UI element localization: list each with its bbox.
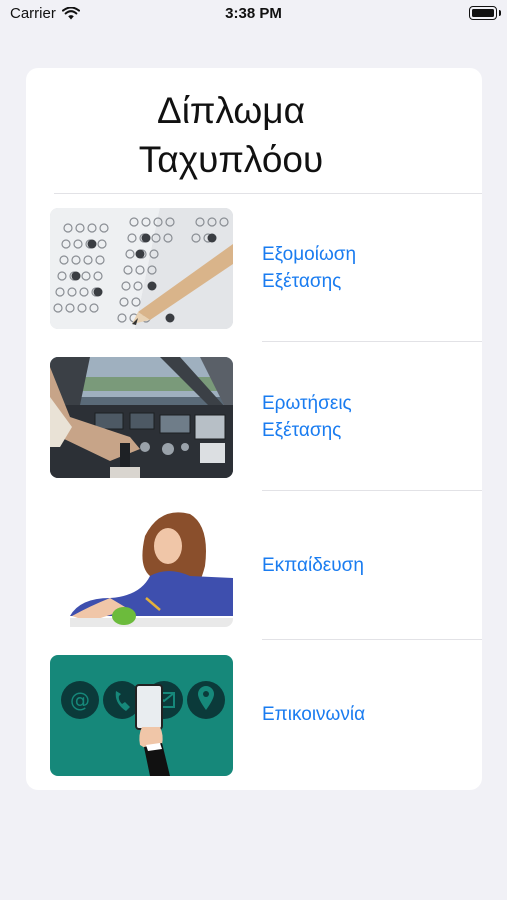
svg-text:@: @	[70, 688, 90, 712]
menu-item-label: Επικοινωνία	[262, 704, 366, 725]
menu-item-exam-simulation[interactable]: Εξομοίωση Εξέτασης	[26, 193, 482, 342]
menu-item-training[interactable]: Εκπαίδευση	[26, 491, 482, 640]
status-time: 3:38 PM	[225, 5, 282, 22]
menu-item-label: Εκπαίδευση	[262, 555, 364, 576]
battery-icon	[469, 6, 501, 20]
page-title: Δίπλωμα Ταχυπλόου	[138, 90, 324, 180]
contact-icons-image: @	[50, 655, 233, 776]
exam-sheet-image	[50, 208, 233, 329]
student-studying-image	[50, 506, 233, 627]
boat-dashboard-image	[50, 357, 233, 478]
status-bar: Carrier 3:38 PM	[0, 0, 507, 30]
menu-item-label: Ερωτήσεις Εξέτασης	[262, 392, 352, 441]
main-card: Δίπλωμα Ταχυπλόου Εξομοίωση Εξέτασης Ερω…	[26, 68, 482, 790]
menu-item-exam-questions[interactable]: Ερωτήσεις Εξέτασης	[26, 342, 482, 491]
menu-item-label: Εξομοίωση Εξέτασης	[262, 243, 357, 292]
menu-item-contact[interactable]: @ Επικοινωνία	[26, 640, 482, 789]
